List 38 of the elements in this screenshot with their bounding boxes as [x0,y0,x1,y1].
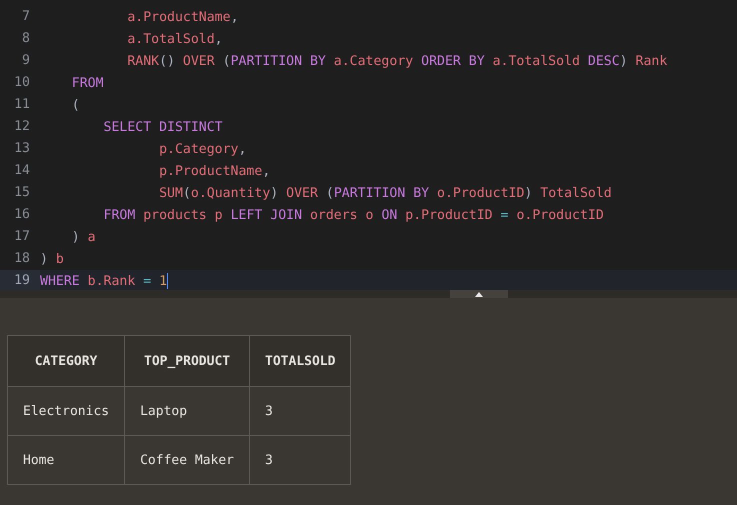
table-cell: 3 [250,436,351,484]
code-line: RANK() OVER (PARTITION BY a.Category ORDER BY a.TotalSold DESC) Rank [126,54,668,68]
line-number: 18 [13,250,31,268]
up-triangle-icon [475,292,483,296]
table-cell: 3 [250,386,351,436]
code-line: a.ProductName, [126,10,239,24]
line-number: 11 [13,96,31,114]
code-line: a.TotalSold, [126,32,223,46]
column-header: TOP_PRODUCT [124,336,250,386]
line-number: 16 [13,206,31,224]
table-cell: Home [8,436,125,484]
line-number: 7 [21,8,31,26]
code-line: ) b [40,252,64,266]
code-line: ) a [70,230,96,244]
line-number: 9 [21,52,31,70]
table-cell: Electronics [8,386,125,436]
code-line: SELECT DISTINCT [102,120,223,134]
line-number: 17 [13,228,31,246]
code-line: SUM(o.Quantity) OVER (PARTITION BY o.ProductID) TotalSold [158,186,612,200]
line-number: 19 [0,270,40,290]
code-line: FROM [70,76,104,90]
table-cell: Coffee Maker [124,436,250,484]
code-line: WHERE b.Rank = 1 [40,274,168,288]
table-cell: Laptop [124,386,250,436]
line-number: 14 [13,162,31,180]
code-line: FROM products p LEFT JOIN orders o ON p.ProductID = o.ProductID [102,208,604,222]
resize-handle[interactable] [450,290,508,298]
line-number: 8 [21,30,31,48]
line-number: 12 [13,118,31,136]
code-line: ( [70,98,80,112]
text-cursor [167,273,168,289]
line-number: 13 [13,140,31,158]
code-line: p.ProductName, [158,164,270,178]
line-number: 15 [13,184,31,202]
column-header: CATEGORY [8,336,125,386]
code-line: p.Category, [158,142,246,156]
column-header: TOTALSOLD [250,336,351,386]
line-number: 10 [13,74,31,92]
